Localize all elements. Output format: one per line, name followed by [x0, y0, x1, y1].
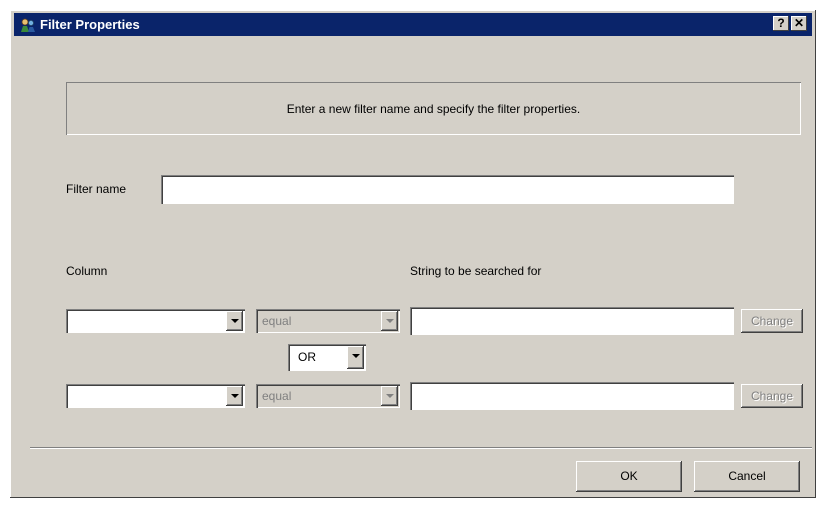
close-button[interactable]: ✕	[791, 16, 807, 31]
logic-operator-value: OR	[298, 350, 316, 364]
filter-app-icon	[21, 18, 35, 32]
operator-select-1[interactable]: equal	[256, 309, 400, 333]
title-bar[interactable]: Filter Properties ? ✕	[14, 13, 812, 36]
search-string-input-2[interactable]	[410, 382, 734, 410]
search-string-header: String to be searched for	[410, 264, 542, 278]
column-select-2[interactable]	[66, 384, 245, 408]
search-string-input-1[interactable]	[410, 307, 734, 335]
instruction-text: Enter a new filter name and specify the …	[286, 102, 581, 116]
column-select-1[interactable]	[66, 309, 245, 333]
chevron-down-icon[interactable]	[226, 386, 243, 406]
chevron-down-icon[interactable]	[381, 386, 398, 406]
instruction-panel: Enter a new filter name and specify the …	[66, 82, 801, 135]
operator-value: equal	[262, 389, 292, 403]
operator-value: equal	[262, 314, 292, 328]
chevron-down-icon[interactable]	[226, 311, 243, 331]
separator	[30, 447, 812, 449]
help-button[interactable]: ?	[773, 16, 789, 31]
change-button-1[interactable]: Change	[741, 309, 803, 333]
cancel-button[interactable]: Cancel	[694, 461, 800, 492]
chevron-down-icon[interactable]	[381, 311, 398, 331]
change-button-2[interactable]: Change	[741, 384, 803, 408]
filter-properties-dialog: Filter Properties ? ✕ Enter a new filter…	[10, 10, 816, 498]
filter-name-label: Filter name	[66, 182, 127, 196]
filter-name-input[interactable]	[161, 175, 734, 204]
ok-button[interactable]: OK	[576, 461, 682, 492]
chevron-down-icon[interactable]	[347, 346, 364, 369]
operator-select-2[interactable]: equal	[256, 384, 400, 408]
column-header: Column	[66, 264, 108, 278]
logic-operator-select[interactable]: OR	[288, 344, 366, 371]
window-title: Filter Properties	[40, 17, 140, 32]
